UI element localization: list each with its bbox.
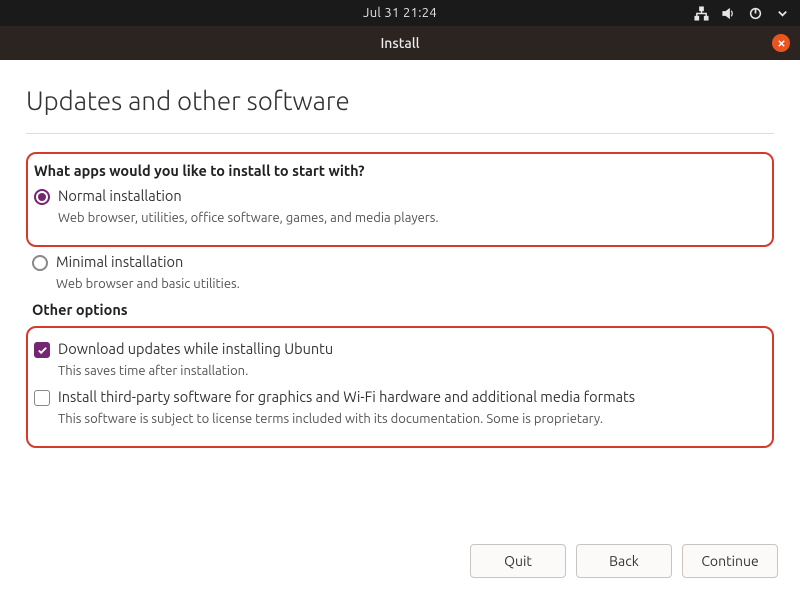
- close-button[interactable]: [772, 34, 790, 52]
- apps-question: What apps would you like to install to s…: [34, 162, 760, 179]
- top-menu-bar: Jul 31 21:24: [0, 0, 800, 26]
- apps-section-highlight: What apps would you like to install to s…: [26, 152, 774, 247]
- power-icon[interactable]: [748, 6, 763, 21]
- other-options-label: Other options: [32, 301, 774, 318]
- back-button[interactable]: Back: [576, 544, 672, 578]
- page-heading: Updates and other software: [26, 86, 774, 115]
- normal-install-desc: Web browser, utilities, office software,…: [58, 211, 760, 225]
- checkbox-label: Install third-party software for graphic…: [58, 388, 635, 405]
- continue-button[interactable]: Continue: [682, 544, 778, 578]
- radio-icon: [34, 189, 50, 205]
- radio-normal-install[interactable]: Normal installation: [34, 187, 760, 205]
- checkbox-icon: [34, 390, 50, 406]
- chevron-down-icon[interactable]: [775, 6, 790, 21]
- download-updates-desc: This saves time after installation.: [58, 364, 760, 378]
- network-icon[interactable]: [694, 6, 709, 21]
- checkbox-icon: [34, 342, 50, 358]
- radio-minimal-install[interactable]: Minimal installation: [32, 253, 774, 271]
- window-titlebar: Install: [0, 26, 800, 60]
- footer-buttons: Quit Back Continue: [470, 544, 778, 578]
- window-title: Install: [380, 35, 419, 51]
- checkbox-download-updates[interactable]: Download updates while installing Ubuntu: [34, 340, 760, 358]
- divider: [26, 133, 774, 134]
- other-options-highlight: Download updates while installing Ubuntu…: [26, 326, 774, 448]
- radio-icon: [32, 255, 48, 271]
- thirdparty-desc: This software is subject to license term…: [58, 412, 760, 426]
- radio-label: Normal installation: [58, 187, 182, 204]
- system-tray: [694, 6, 790, 21]
- quit-button[interactable]: Quit: [470, 544, 566, 578]
- radio-label: Minimal installation: [56, 253, 183, 270]
- checkbox-thirdparty[interactable]: Install third-party software for graphic…: [34, 388, 760, 406]
- checkbox-label: Download updates while installing Ubuntu: [58, 340, 333, 357]
- volume-icon[interactable]: [721, 6, 736, 21]
- installer-content: Updates and other software What apps wou…: [0, 60, 800, 448]
- minimal-install-desc: Web browser and basic utilities.: [56, 277, 774, 291]
- clock: Jul 31 21:24: [363, 6, 437, 20]
